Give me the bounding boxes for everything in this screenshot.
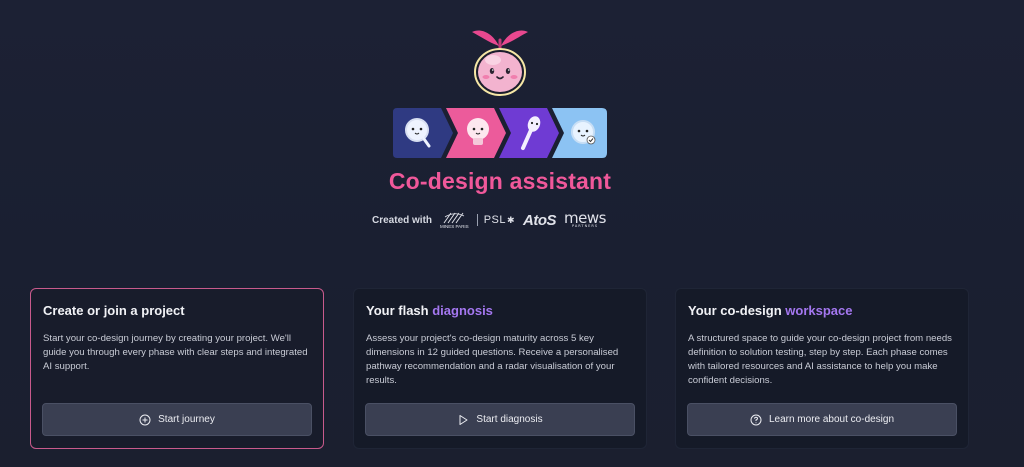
card-title: Your co-design workspace: [688, 303, 956, 319]
atos-logo: AtoS: [523, 211, 557, 229]
help-circle-icon: [750, 414, 762, 425]
checkmark-icon: [552, 108, 607, 158]
page-title: Co-design assistant: [388, 168, 612, 194]
card-title-plain: Your flash: [366, 303, 429, 318]
card-title-accent: workspace: [785, 303, 853, 318]
start-journey-button[interactable]: Start journey: [42, 403, 312, 436]
codesign-workspace-card[interactable]: Your co-design workspace A structured sp…: [675, 288, 969, 449]
create-project-card[interactable]: Create or join a project Start your co-d…: [30, 288, 324, 449]
button-label: Learn more about co-design: [768, 414, 895, 425]
mines-paris-text: MINES PARIS: [440, 223, 469, 229]
mews-logo: mews PARTNERS: [564, 208, 606, 229]
star-icon: ✱: [507, 214, 516, 225]
card-title: Create or join a project: [43, 303, 185, 318]
card-description: Assess your project's co-design maturity…: [366, 333, 619, 386]
credits-bar: Created with MINES PARIS PSL ✱ AtoS mews…: [372, 207, 632, 233]
phase-strip: [393, 108, 607, 158]
card-title: Your flash diagnosis: [366, 303, 634, 319]
mines-paris-logo: MINES PARIS: [440, 211, 469, 230]
card-title-plain: Your co-design: [688, 303, 782, 318]
card-description: A structured space to guide your co-desi…: [688, 333, 952, 386]
card-title-accent: diagnosis: [432, 303, 493, 318]
psl-text: PSL: [483, 214, 506, 226]
plus-circle-icon: [139, 414, 151, 425]
play-icon: [459, 414, 468, 425]
mews-text: mews: [564, 208, 606, 227]
created-with-label: Created with: [372, 214, 433, 226]
mines-paris-emblem-icon: [443, 212, 465, 224]
button-label: Start journey: [158, 414, 215, 425]
learn-more-button[interactable]: Learn more about co-design: [687, 403, 957, 436]
mews-subtext: PARTNERS: [571, 224, 599, 229]
flash-diagnosis-card[interactable]: Your flash diagnosis Assess your project…: [353, 288, 647, 449]
button-label: Start diagnosis: [476, 414, 543, 425]
mascot-logo: [472, 30, 528, 96]
psl-logo: PSL ✱: [476, 214, 516, 226]
start-diagnosis-button[interactable]: Start diagnosis: [365, 403, 635, 436]
card-description: Start your co-design journey by creating…: [43, 333, 308, 372]
